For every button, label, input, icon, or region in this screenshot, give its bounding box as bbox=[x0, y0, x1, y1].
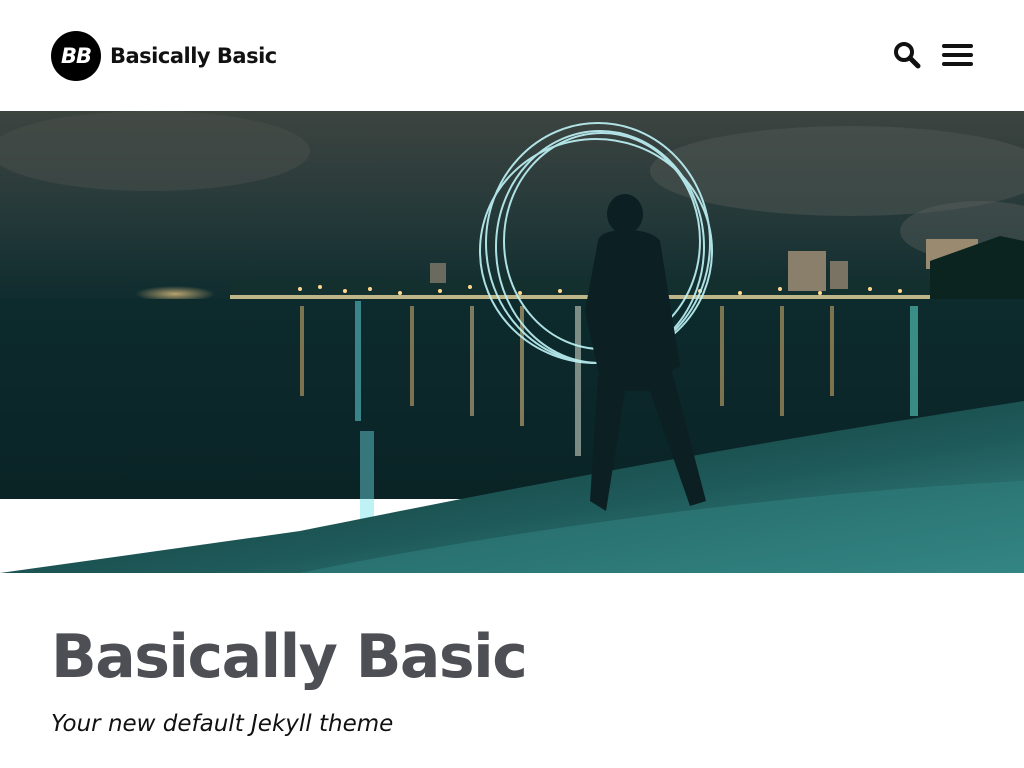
search-button[interactable] bbox=[893, 41, 921, 69]
search-icon bbox=[894, 42, 921, 69]
site-logo: BB bbox=[51, 31, 101, 81]
site-brand-link[interactable]: BB Basically Basic bbox=[51, 31, 277, 81]
hamburger-menu-icon bbox=[942, 44, 973, 66]
hero-image bbox=[0, 111, 1024, 573]
site-title: Basically Basic bbox=[110, 44, 277, 68]
site-header: BB Basically Basic bbox=[0, 0, 1024, 111]
menu-button[interactable] bbox=[942, 42, 974, 68]
page-subtitle: Your new default Jekyll theme bbox=[51, 711, 394, 737]
page-title: Basically Basic bbox=[51, 622, 528, 692]
